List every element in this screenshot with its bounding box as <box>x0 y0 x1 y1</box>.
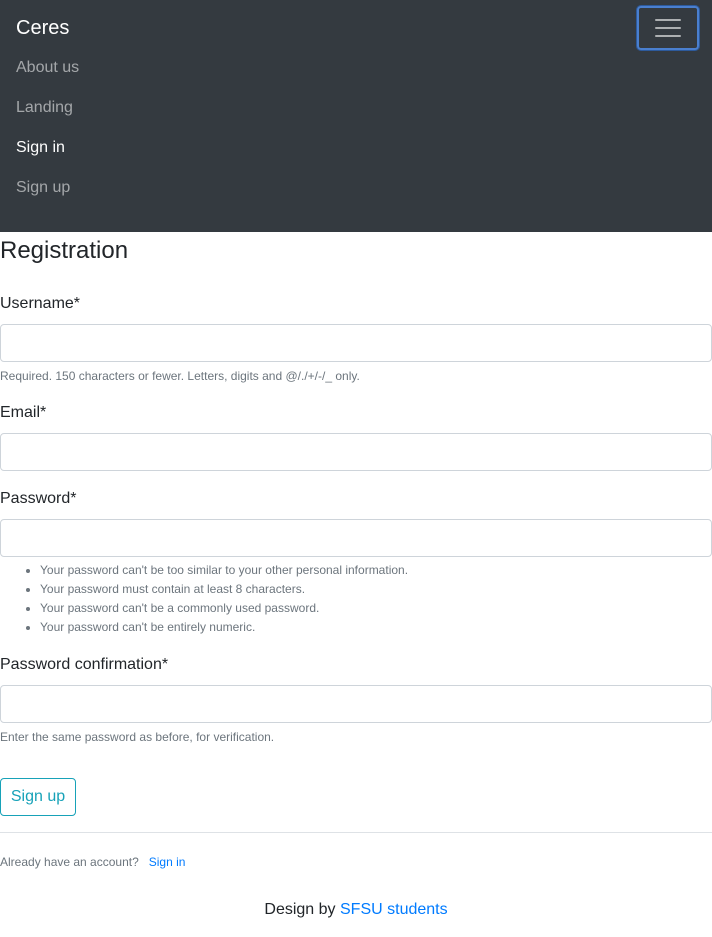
nav-item-sign-in[interactable]: Sign in <box>16 136 79 176</box>
password-confirmation-input[interactable] <box>0 685 712 723</box>
navbar: Ceres About us Landing Sign in Sign up <box>0 0 712 232</box>
email-input[interactable] <box>0 433 712 471</box>
password-rule: Your password can't be too similar to yo… <box>40 561 408 580</box>
password-rules-list: Your password can't be too similar to yo… <box>0 561 408 637</box>
password-rule: Your password can't be a commonly used p… <box>40 599 408 618</box>
password-rule: Your password must contain at least 8 ch… <box>40 580 408 599</box>
username-input[interactable] <box>0 324 712 362</box>
footer-prefix: Design by <box>264 901 336 918</box>
password-rule: Your password can't be entirely numeric. <box>40 618 408 637</box>
nav-item-landing[interactable]: Landing <box>16 96 79 136</box>
footer: Design by SFSU students <box>0 900 712 920</box>
hamburger-menu-icon <box>655 18 681 38</box>
username-label: Username* <box>0 295 81 312</box>
page-title: Registration <box>0 237 129 264</box>
email-label: Email* <box>0 404 47 421</box>
navbar-brand[interactable]: Ceres <box>16 16 69 40</box>
divider <box>0 832 712 833</box>
sign-in-link[interactable]: Sign in <box>149 855 186 869</box>
account-prompt-text: Already have an account? <box>0 855 139 869</box>
nav-list: About us Landing Sign in Sign up <box>16 56 79 216</box>
nav-item-sign-up[interactable]: Sign up <box>16 176 79 216</box>
sign-up-button[interactable]: Sign up <box>0 778 76 816</box>
nav-item-about-us[interactable]: About us <box>16 56 79 96</box>
password-input[interactable] <box>0 519 712 557</box>
password-confirmation-label: Password confirmation* <box>0 656 169 673</box>
navbar-toggler-button[interactable] <box>637 6 699 50</box>
account-prompt-line: Already have an account? Sign in <box>0 854 185 870</box>
footer-link-sfsu-students[interactable]: SFSU students <box>340 901 448 918</box>
password-label: Password* <box>0 490 77 507</box>
password-confirmation-help-text: Enter the same password as before, for v… <box>0 730 275 744</box>
username-help-text: Required. 150 characters or fewer. Lette… <box>0 369 360 383</box>
